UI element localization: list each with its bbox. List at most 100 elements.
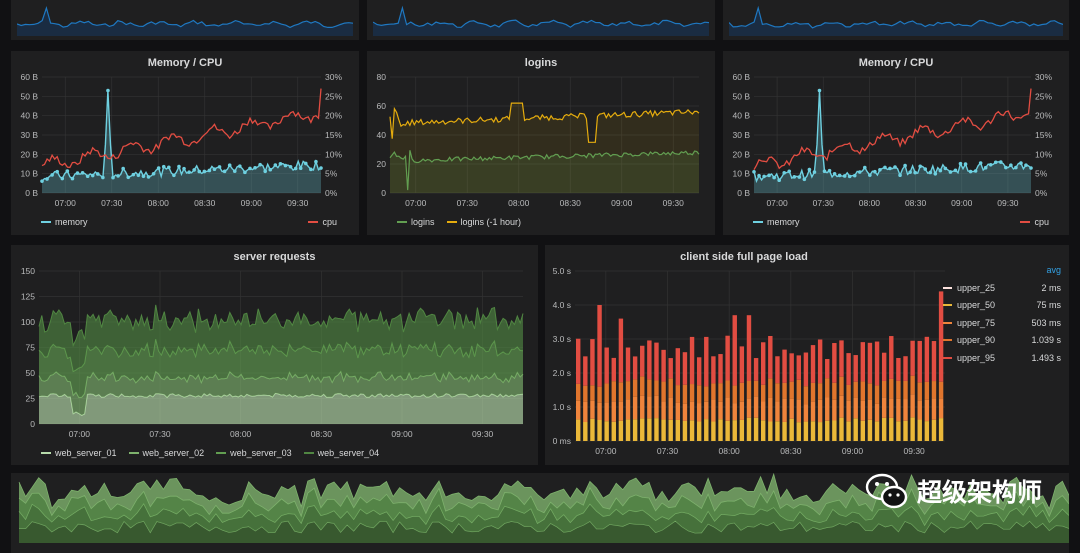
bar-segment [583, 422, 588, 441]
memory-point [822, 169, 827, 174]
bar-segment [881, 380, 887, 398]
memory-point [75, 171, 80, 175]
bar-segment [938, 381, 944, 399]
y-tick-label: 0 [381, 188, 386, 198]
bar-segment [782, 349, 787, 383]
legend-row-upper-50[interactable]: upper_50 75 ms [943, 297, 1061, 315]
bar-segment [817, 422, 823, 441]
memory-point [151, 172, 156, 176]
x-tick-label: 07:30 [457, 198, 479, 208]
stat-panel-2[interactable]: 269 [367, 0, 715, 40]
logins-panel[interactable]: logins 80 60 40 20 0 07:00 07:30 08:00 08:30 09:0… [367, 51, 715, 235]
legend-row-upper-90[interactable]: upper_90 1.039 s [943, 332, 1061, 350]
bar-segment [917, 419, 922, 441]
bar-segment [675, 348, 681, 386]
bar-segment [753, 358, 759, 381]
memory-point [45, 177, 49, 181]
memory-point [131, 172, 136, 177]
bar-segment [860, 420, 866, 441]
y-tick-label: 30 B [21, 130, 39, 140]
stat-panel-3[interactable]: 273 [723, 0, 1069, 40]
memory-point [197, 169, 202, 174]
legend-row-upper-75[interactable]: upper_75 503 ms [943, 314, 1061, 332]
bar-segment [583, 385, 588, 402]
page-load-panel[interactable]: client side full page load 5.0 s 4.0 s 3.0… [545, 245, 1069, 465]
stat-panel-1[interactable]: 190 [11, 0, 359, 40]
memory-point [782, 171, 787, 175]
memory-point [852, 173, 857, 178]
memory-point [752, 169, 756, 174]
bar-segment [725, 335, 730, 381]
memory-point [80, 171, 85, 175]
x-tick-label: 09:00 [951, 198, 973, 208]
bar-segment [704, 336, 709, 387]
legend-item-web-server-04[interactable]: web_server_04 [303, 448, 379, 458]
bar-segment [725, 380, 730, 398]
memory-point [963, 162, 968, 166]
y2-tick-label: 20% [325, 111, 342, 121]
memory-cpu-panel-right[interactable]: Memory / CPU 60 B 30% 50 B 25% 40 B 20% 30 B 15… [723, 51, 1069, 235]
memory-point [116, 174, 120, 178]
stat-sparkline-2 [373, 5, 709, 36]
bar-segment [632, 419, 638, 441]
legend-item-cpu[interactable]: cpu [308, 217, 337, 227]
legend-row-upper-95[interactable]: upper_95 1.493 s [943, 349, 1061, 367]
memory-point [842, 174, 847, 178]
memory-point [177, 164, 181, 169]
bar-segment [846, 353, 851, 385]
bar-segment [938, 418, 944, 441]
bar-segment [889, 378, 894, 399]
bar-segment [668, 397, 673, 420]
bar-segment [789, 418, 794, 441]
bar-segment [874, 385, 880, 404]
bar-segment [761, 401, 766, 421]
bar-segment [576, 338, 581, 384]
memory-point [192, 168, 196, 172]
memory-point [212, 167, 217, 172]
bar-segment [675, 402, 681, 420]
memory-point [807, 167, 812, 172]
legend-item-memory[interactable]: memory [753, 217, 800, 227]
bar-segment [661, 349, 666, 382]
y2-tick-label: 0% [325, 188, 338, 198]
series-cpu-line [41, 88, 322, 169]
bar-segment [661, 401, 666, 420]
legend-item-web-server-02[interactable]: web_server_02 [128, 448, 204, 458]
legend-row-upper-25[interactable]: upper_25 2 ms [943, 279, 1061, 297]
bar-segment [597, 419, 602, 441]
x-tick-label: 07:00 [69, 429, 91, 439]
x-tick-label: 08:30 [905, 198, 927, 208]
memory-point [85, 174, 90, 179]
memory-point [948, 170, 953, 174]
x-tick-label: 08:30 [311, 429, 333, 439]
legend-item-memory[interactable]: memory [41, 217, 88, 227]
server-requests-panel[interactable]: server requests 150 125 100 75 50 25 0 07:00 07:… [11, 245, 538, 465]
memory-point [217, 165, 222, 169]
x-tick-label: 08:00 [148, 198, 170, 208]
legend-item-logins[interactable]: logins [397, 217, 435, 227]
bar-segment [853, 418, 858, 441]
legend-item-web-server-01[interactable]: web_server_01 [41, 448, 117, 458]
memory-point [136, 173, 141, 178]
memory-point [50, 173, 54, 177]
memory-cpu-panel-left[interactable]: Memory / CPU 60 B 30% 50 B 25% 40 B 20% 30 B 15… [11, 51, 359, 235]
memory-point [227, 163, 232, 168]
memory-point [238, 164, 242, 168]
legend-item-cpu[interactable]: cpu [1020, 217, 1049, 227]
bar-segment [853, 355, 858, 382]
y-tick-label: 125 [21, 292, 35, 302]
bar-segment [768, 421, 773, 441]
x-tick-label: 09:30 [997, 198, 1019, 208]
bar-segment [768, 397, 773, 422]
bar-segment [775, 401, 780, 422]
legend-item-logins-prev[interactable]: logins (-1 hour) [446, 217, 521, 227]
x-tick-label: 09:00 [241, 198, 263, 208]
bar-segment [896, 398, 901, 422]
bar-segment [682, 384, 688, 404]
legend-item-web-server-03[interactable]: web_server_03 [216, 448, 292, 458]
bar-segment [810, 421, 816, 441]
memory-point [893, 165, 897, 169]
bar-segment [632, 379, 638, 397]
bar-segment [611, 381, 616, 402]
legend-header-avg[interactable]: avg [943, 265, 1061, 279]
